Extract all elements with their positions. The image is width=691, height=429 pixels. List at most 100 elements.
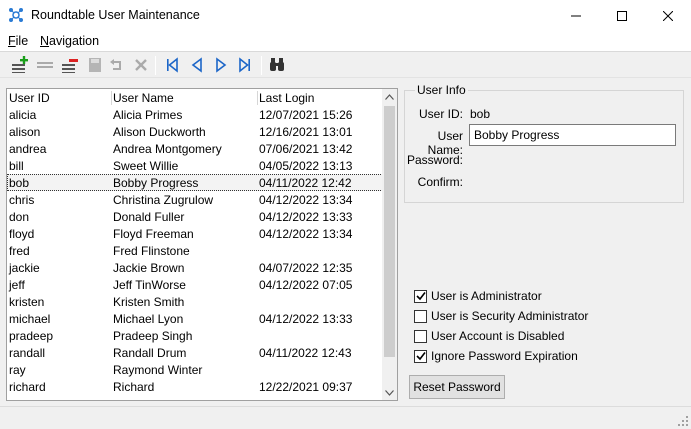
user-id-cell: don (9, 210, 30, 224)
user-id-cell: bill (9, 159, 24, 173)
scroll-up-button[interactable] (382, 89, 397, 104)
insert-row-button[interactable] (36, 56, 54, 74)
confirm-label: Confirm: (417, 175, 463, 189)
table-row[interactable]: chris Christina Zugrulow 04/12/2022 13:34 (7, 191, 383, 208)
user-name-cell: Fred Flinstone (113, 244, 190, 258)
delete-row-button[interactable] (61, 56, 79, 74)
scroll-down-button[interactable] (382, 385, 397, 400)
user-name-cell: Michael Lyon (113, 312, 184, 326)
binoculars-icon (270, 58, 284, 71)
option-checkbox[interactable]: Ignore Password Expiration (414, 348, 578, 364)
user-list[interactable]: User ID User Name Last Login alicia Alici… (6, 88, 398, 401)
next-record-button[interactable] (212, 56, 230, 74)
user-name-field[interactable]: Bobby Progress (469, 124, 676, 146)
table-row[interactable]: bill Sweet Willie 04/05/2022 13:13 (7, 157, 383, 174)
last-login-cell: 12/16/2021 13:01 (259, 125, 353, 139)
add-user-button[interactable] (11, 56, 29, 74)
app-icon (8, 7, 24, 23)
next-record-icon (216, 57, 227, 73)
table-row[interactable]: floyd Floyd Freeman 04/12/2022 13:34 (7, 225, 383, 242)
column-divider[interactable] (111, 91, 112, 105)
maximize-button[interactable] (599, 0, 645, 31)
last-record-button[interactable] (236, 56, 254, 74)
user-id-cell: kristen (9, 295, 45, 309)
column-divider[interactable] (257, 91, 258, 105)
table-row[interactable]: michael Michael Lyon 04/12/2022 13:33 (7, 310, 383, 327)
minimize-button[interactable] (553, 0, 599, 31)
cancel-button[interactable] (132, 56, 150, 74)
user-id-cell: bob (9, 176, 30, 190)
last-login-cell: 04/05/2022 13:13 (259, 159, 353, 173)
user-id-cell: floyd (9, 227, 35, 241)
user-name-cell: Donald Fuller (113, 210, 185, 224)
close-button[interactable] (645, 0, 691, 31)
previous-record-button[interactable] (188, 56, 206, 74)
table-row[interactable]: richard Richard 12/22/2021 09:37 (7, 378, 383, 395)
first-record-icon (167, 57, 178, 73)
user-id-cell: alison (9, 125, 41, 139)
vertical-scrollbar[interactable] (382, 89, 397, 400)
column-header-last-login[interactable]: Last Login (259, 91, 314, 105)
reset-password-button[interactable]: Reset Password (409, 375, 505, 399)
last-login-cell: 07/06/2021 13:42 (259, 142, 353, 156)
user-info-group: User Info User ID: bob User Name: Bobby … (404, 83, 684, 203)
checkbox-unchecked-icon[interactable] (414, 309, 427, 323)
save-button[interactable] (86, 56, 104, 74)
column-header-user-name[interactable]: User Name (113, 91, 174, 105)
user-name-cell: Pradeep Singh (113, 329, 193, 343)
checkbox-unchecked-icon[interactable] (414, 329, 427, 343)
scroll-thumb[interactable] (384, 106, 395, 357)
user-id-value: bob (470, 107, 491, 121)
chevron-down-icon (385, 389, 394, 396)
table-row[interactable]: kristen Kristen Smith (7, 293, 383, 310)
column-header-user-id[interactable]: User ID (9, 91, 50, 105)
table-row[interactable]: jackie Jackie Brown 04/07/2022 12:35 (7, 259, 383, 276)
user-id-label: User ID: (418, 107, 463, 121)
previous-record-icon (191, 57, 202, 73)
option-label: Ignore Password Expiration (431, 349, 578, 363)
user-id-cell: jeff (9, 278, 25, 292)
last-login-cell: 12/22/2021 09:37 (259, 380, 353, 394)
toolbar-separator (261, 56, 262, 75)
checkbox-checked-icon[interactable] (414, 289, 427, 303)
user-name-cell: Jeff TinWorse (113, 278, 186, 292)
table-row[interactable]: bob Bobby Progress 04/11/2022 12:42 (7, 174, 383, 191)
user-name-cell: Richard (113, 380, 155, 394)
toolbar (0, 51, 691, 78)
table-row[interactable]: alison Alison Duckworth 12/16/2021 13:01 (7, 123, 383, 140)
option-checkbox[interactable]: User is Security Administrator (414, 308, 588, 324)
list-rows: alicia Alicia Primes 12/07/2021 15:26 aliso… (7, 106, 383, 395)
table-row[interactable]: fred Fred Flinstone (7, 242, 383, 259)
first-record-button[interactable] (163, 56, 181, 74)
user-name-cell: Bobby Progress (113, 176, 199, 190)
user-name-cell: Christina Zugrulow (113, 193, 214, 207)
table-row[interactable]: don Donald Fuller 04/12/2022 13:33 (7, 208, 383, 225)
checkbox-checked-icon[interactable] (414, 349, 427, 363)
table-row[interactable]: ray Raymond Winter (7, 361, 383, 378)
menu-navigation[interactable]: Navigation (40, 34, 99, 48)
table-row[interactable]: jeff Jeff TinWorse 04/12/2022 07:05 (7, 276, 383, 293)
user-name-cell: Alison Duckworth (113, 125, 206, 139)
table-row[interactable]: randall Randall Drum 04/11/2022 12:43 (7, 344, 383, 361)
toolbar-separator (155, 56, 156, 75)
option-checkbox[interactable]: User Account is Disabled (414, 328, 564, 344)
user-name-cell: Raymond Winter (113, 363, 203, 377)
find-button[interactable] (268, 56, 286, 74)
menu-bar: File Navigation (0, 31, 691, 51)
table-row[interactable]: andrea Andrea Montgomery 07/06/2021 13:42 (7, 140, 383, 157)
option-checkbox[interactable]: User is Administrator (414, 288, 542, 304)
table-row[interactable]: pradeep Pradeep Singh (7, 327, 383, 344)
user-name-cell: Jackie Brown (113, 261, 185, 275)
save-icon (89, 58, 101, 72)
user-id-cell: pradeep (9, 329, 54, 343)
menu-file[interactable]: File (8, 34, 28, 48)
add-record-icon (12, 56, 28, 73)
resize-grip-icon[interactable] (677, 415, 689, 427)
last-login-cell: 04/11/2022 12:42 (259, 176, 352, 190)
user-id-cell: ray (9, 363, 26, 377)
table-row[interactable]: alicia Alicia Primes 12/07/2021 15:26 (7, 106, 383, 123)
status-bar (0, 406, 691, 429)
user-name-cell: Floyd Freeman (113, 227, 194, 241)
last-login-cell: 04/11/2022 12:43 (259, 346, 352, 360)
undo-button[interactable] (108, 56, 126, 74)
